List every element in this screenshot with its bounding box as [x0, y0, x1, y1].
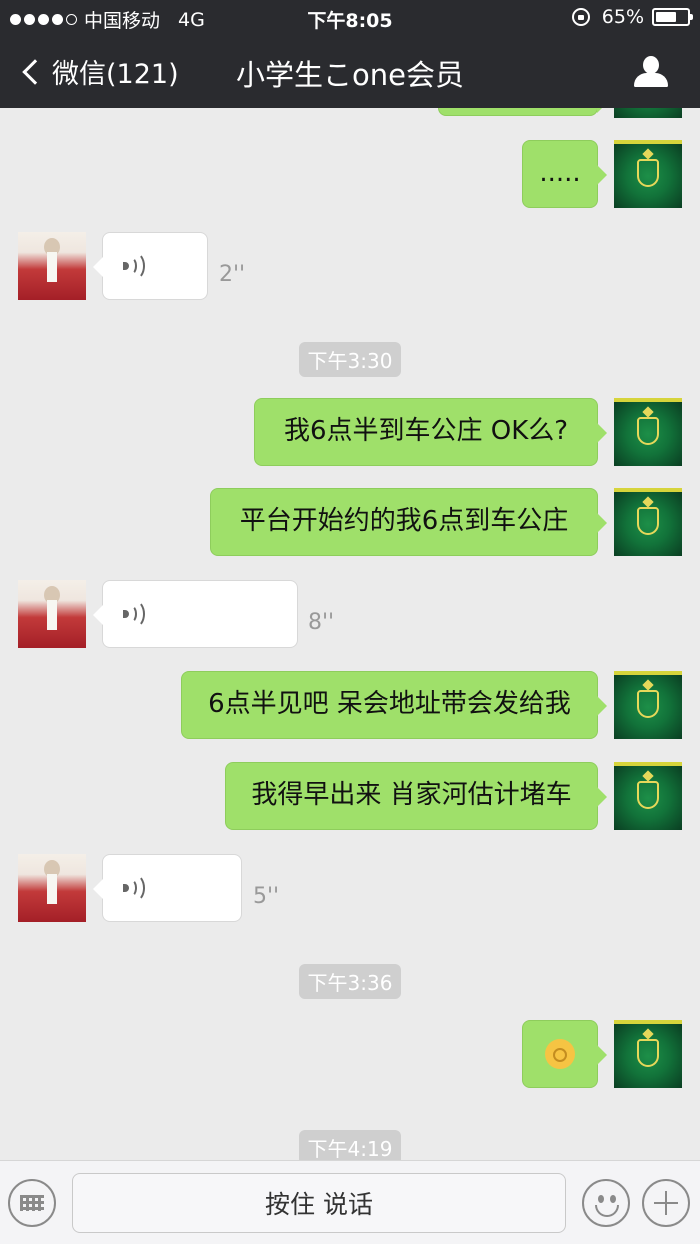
voice-duration: 8''	[308, 610, 335, 635]
timestamp: 下午4:19	[0, 1130, 700, 1160]
keyboard-toggle-button[interactable]	[8, 1179, 56, 1227]
my-avatar[interactable]	[614, 762, 682, 830]
plus-button[interactable]	[642, 1179, 690, 1227]
contact-avatar[interactable]	[18, 232, 86, 300]
status-bar: 中国移动 4G 下午8:05 65%	[0, 0, 700, 36]
my-avatar[interactable]	[614, 671, 682, 739]
voice-icon	[123, 874, 145, 902]
message-bubble[interactable]: 我6点半到车公庄 OK么?	[254, 398, 607, 466]
input-bar: 按住 说话	[0, 1160, 700, 1244]
emoji-icon-eye	[610, 1195, 616, 1203]
crest-star-icon	[642, 1028, 654, 1040]
crest-icon	[637, 507, 659, 535]
message-bubble[interactable]: 平台开始约的我6点到车公庄	[210, 488, 607, 556]
emoji-icon-eye	[598, 1195, 604, 1203]
timestamp-label: 下午3:30	[298, 342, 402, 377]
voice-duration: 2''	[219, 262, 246, 287]
avatar-beard	[47, 252, 57, 282]
timestamp-label: 下午4:19	[298, 1130, 402, 1160]
voice-message-bubble[interactable]	[93, 580, 298, 648]
contact-icon-body	[634, 73, 668, 87]
emoji-button[interactable]	[582, 1179, 630, 1227]
crest-star-icon	[642, 406, 654, 418]
emoji-message-bubble[interactable]	[522, 1020, 607, 1088]
crest-icon	[637, 690, 659, 718]
timestamp: 下午3:36	[0, 964, 700, 999]
timestamp: 下午3:30	[0, 342, 700, 377]
message-bubble-partial[interactable]	[438, 108, 607, 116]
crest-star-icon	[642, 148, 654, 160]
battery-percent: 65%	[601, 6, 644, 28]
status-right: 65%	[571, 6, 693, 28]
emoji-icon-mouth	[595, 1205, 619, 1217]
avatar-beard	[47, 600, 57, 630]
my-avatar[interactable]	[614, 398, 682, 466]
battery-icon	[652, 8, 693, 26]
ok-hand-emoji	[545, 1039, 575, 1069]
crest-icon	[637, 159, 659, 187]
rotation-lock-icon	[571, 8, 590, 26]
hold-to-talk-button[interactable]: 按住 说话	[72, 1173, 566, 1233]
my-avatar[interactable]	[614, 108, 682, 118]
keyboard-icon	[20, 1195, 44, 1211]
crest-star-icon	[642, 770, 654, 782]
crest-icon	[637, 1039, 659, 1067]
chat-title: 小学生こone会员	[236, 58, 464, 92]
contact-avatar[interactable]	[18, 854, 86, 922]
my-avatar[interactable]	[614, 488, 682, 556]
voice-message-bubble[interactable]	[93, 854, 242, 922]
voice-message-bubble[interactable]	[93, 232, 208, 300]
message-bubble[interactable]: .....	[522, 140, 607, 208]
crest-star-icon	[642, 679, 654, 691]
voice-icon	[123, 600, 145, 628]
crest-icon	[637, 417, 659, 445]
voice-duration: 5''	[253, 884, 280, 909]
crest-star-icon	[642, 496, 654, 508]
message-bubble[interactable]: 我得早出来 肖家河估计堵车	[225, 762, 607, 830]
contact-icon[interactable]	[634, 56, 668, 88]
avatar-beard	[47, 874, 57, 904]
my-avatar[interactable]	[614, 1020, 682, 1088]
voice-icon	[123, 252, 145, 280]
message-bubble[interactable]: 6点半见吧 呆会地址带会发给我	[181, 671, 607, 739]
timestamp-label: 下午3:36	[298, 964, 402, 999]
contact-avatar[interactable]	[18, 580, 86, 648]
chat-area[interactable]: ..... 2'' 下午3:30 我6点半到车公庄 OK么? 平台开始约的我6点…	[0, 108, 700, 1160]
crest-icon	[637, 781, 659, 809]
nav-bar: 微信(121) 小学生こone会员	[0, 36, 700, 108]
contact-icon-head	[643, 56, 659, 74]
battery-fill	[656, 12, 676, 22]
my-avatar[interactable]	[614, 140, 682, 208]
